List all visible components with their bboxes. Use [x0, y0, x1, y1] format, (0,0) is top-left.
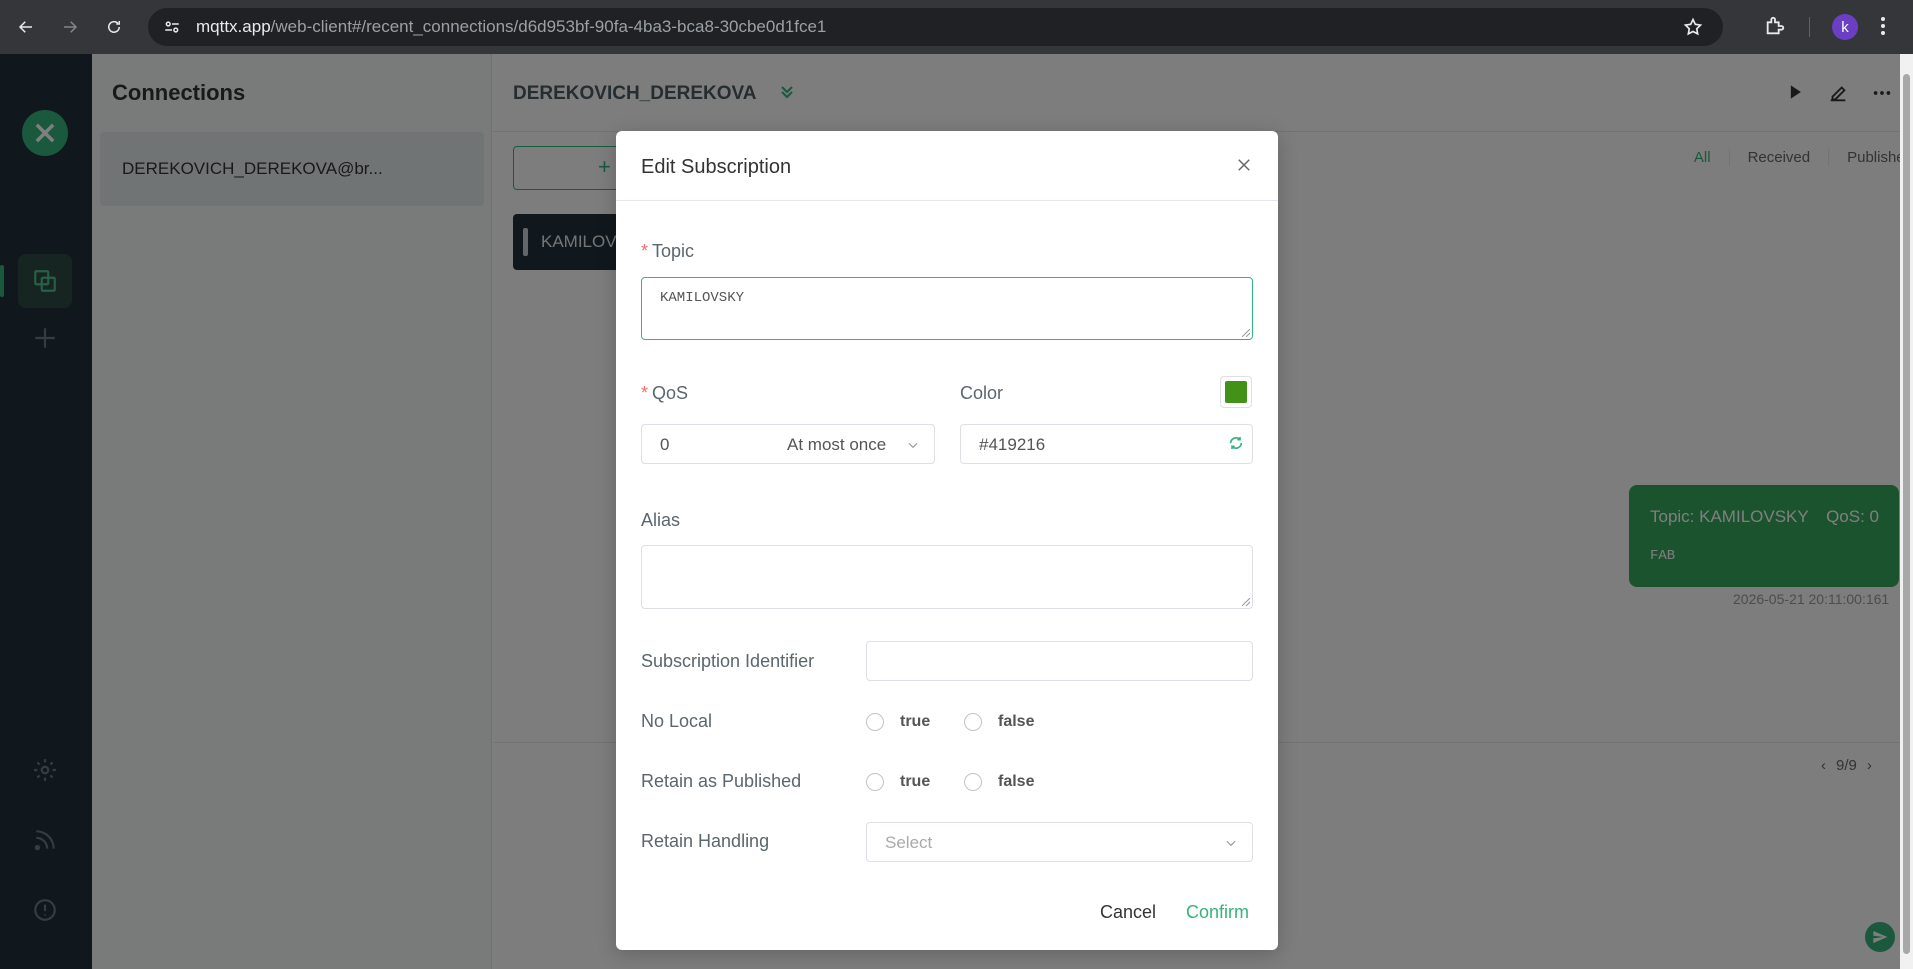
- qos-select[interactable]: 0 At most once: [641, 424, 935, 464]
- no-local-label: No Local: [641, 711, 713, 731]
- back-icon[interactable]: [6, 7, 46, 47]
- browser-menu-icon[interactable]: [1880, 14, 1886, 43]
- browser-toolbar: mqttx.app/web-client#/recent_connections…: [0, 0, 1913, 54]
- reload-icon[interactable]: [94, 7, 134, 47]
- url-text: mqttx.app/web-client#/recent_connections…: [196, 17, 827, 36]
- qos-label: * QoS: [641, 383, 689, 403]
- color-picker-swatch[interactable]: [1220, 376, 1252, 408]
- edit-subscription-dialog: Edit Subscription * Topic KAMILOVSKY * QoS…: [616, 131, 1278, 950]
- address-bar[interactable]: mqttx.app/web-client#/recent_connections…: [148, 8, 1723, 46]
- retain-published-true-radio[interactable]: true: [866, 773, 930, 791]
- retain-as-published-label: Retain as Published: [641, 771, 802, 791]
- alias-label: Alias: [641, 510, 681, 530]
- chevron-down-icon: [906, 437, 920, 457]
- dialog-header: Edit Subscription: [616, 131, 1278, 201]
- color-label: Color: [960, 383, 1004, 403]
- dialog-title: Edit Subscription: [641, 156, 792, 178]
- extensions-icon[interactable]: [1764, 15, 1786, 42]
- close-icon[interactable]: [1232, 153, 1256, 177]
- retain-handling-select[interactable]: Select: [866, 822, 1253, 862]
- topic-label: * Topic: [641, 241, 695, 261]
- toolbar-divider: [1809, 17, 1810, 37]
- alias-input[interactable]: [641, 545, 1253, 609]
- retain-published-false-radio[interactable]: false: [964, 773, 1034, 791]
- forward-icon[interactable]: [50, 7, 90, 47]
- refresh-color-icon[interactable]: [1228, 435, 1244, 456]
- chevron-down-icon: [1224, 835, 1238, 855]
- site-settings-icon[interactable]: [162, 17, 182, 37]
- no-local-true-radio[interactable]: true: [866, 713, 930, 731]
- retain-handling-label: Retain Handling: [641, 831, 770, 851]
- confirm-button[interactable]: Confirm: [1186, 902, 1249, 923]
- subscription-identifier-label: Subscription Identifier: [641, 651, 815, 671]
- topic-input[interactable]: KAMILOVSKY: [641, 277, 1253, 340]
- page-scrollbar[interactable]: [1900, 54, 1913, 969]
- cancel-button[interactable]: Cancel: [1100, 902, 1156, 923]
- color-input[interactable]: #419216: [960, 424, 1253, 464]
- profile-avatar[interactable]: k: [1832, 14, 1858, 40]
- subscription-identifier-input[interactable]: [866, 641, 1253, 681]
- bookmark-star-icon[interactable]: [1683, 17, 1703, 42]
- no-local-false-radio[interactable]: false: [964, 713, 1034, 731]
